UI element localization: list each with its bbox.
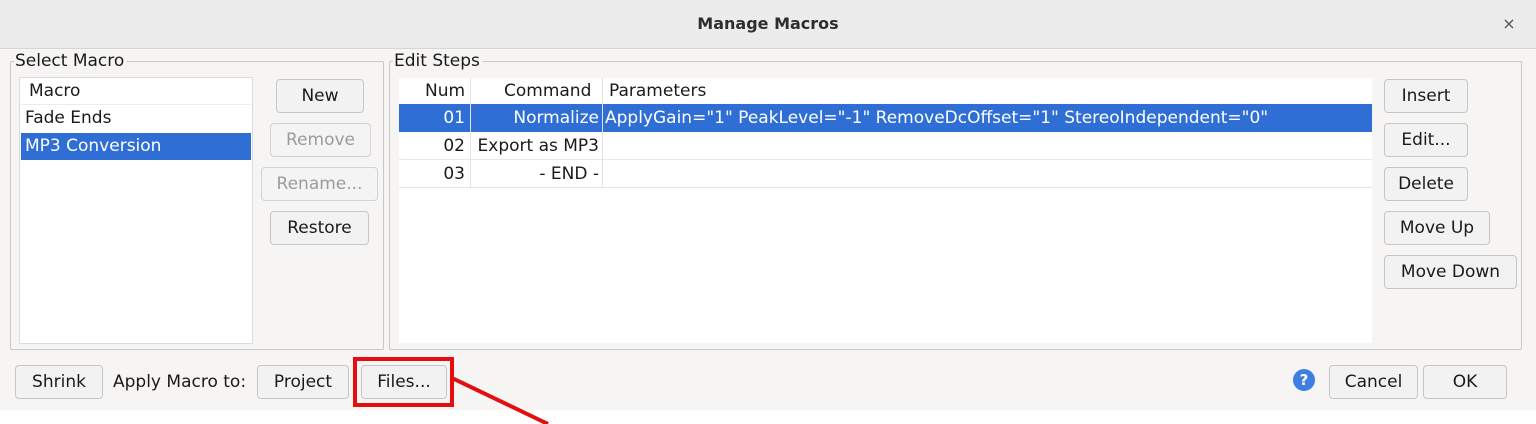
macro-item-fade-ends[interactable]: Fade Ends xyxy=(21,105,251,132)
step-parameters-01: ApplyGain="1" PeakLevel="-1" RemoveDcOff… xyxy=(605,108,1269,128)
steps-grid[interactable]: Num Command Parameters 01 Normalize Appl… xyxy=(399,78,1372,343)
step-num-01: 01 xyxy=(443,108,465,128)
delete-step-button[interactable]: Delete xyxy=(1384,167,1468,201)
title-bar: Manage Macros × xyxy=(0,0,1536,49)
column-divider xyxy=(602,78,603,188)
edit-step-button[interactable]: Edit... xyxy=(1384,123,1468,157)
column-divider xyxy=(470,78,471,188)
help-icon[interactable]: ? xyxy=(1293,369,1315,391)
insert-step-button[interactable]: Insert xyxy=(1384,79,1468,113)
macro-item-mp3-conversion[interactable]: MP3 Conversion xyxy=(21,133,251,160)
step-command-01: Normalize xyxy=(513,108,599,128)
cancel-button[interactable]: Cancel xyxy=(1329,365,1418,399)
restore-macro-button[interactable]: Restore xyxy=(270,211,369,245)
shrink-button[interactable]: Shrink xyxy=(15,365,103,399)
rename-macro-button[interactable]: Rename... xyxy=(261,167,378,201)
step-command-03: - END - xyxy=(539,164,599,184)
edit-steps-label: Edit Steps xyxy=(393,51,483,71)
grid-line xyxy=(399,159,1372,160)
apply-macro-label: Apply Macro to: xyxy=(113,372,247,392)
move-down-button[interactable]: Move Down xyxy=(1384,255,1517,289)
remove-macro-button[interactable]: Remove xyxy=(270,123,371,157)
highlight-annotation-box xyxy=(353,357,454,407)
macro-list-header: Macro xyxy=(21,78,251,105)
ok-button[interactable]: OK xyxy=(1423,365,1507,399)
new-macro-button[interactable]: New xyxy=(276,79,364,113)
steps-header-command: Command xyxy=(504,81,592,101)
select-macro-label: Select Macro xyxy=(14,51,128,71)
step-command-02: Export as MP3 xyxy=(477,136,599,156)
move-up-button[interactable]: Move Up xyxy=(1384,211,1490,245)
steps-header-num: Num xyxy=(425,81,466,101)
manage-macros-dialog: Manage Macros × Select Macro Macro Fade … xyxy=(0,0,1536,410)
grid-line xyxy=(399,187,1372,188)
macro-list[interactable]: Macro Fade Ends MP3 Conversion xyxy=(19,77,253,344)
dialog-title: Manage Macros xyxy=(697,14,839,33)
apply-to-project-button[interactable]: Project xyxy=(257,365,349,399)
close-icon[interactable]: × xyxy=(1497,12,1521,36)
step-num-02: 02 xyxy=(443,136,465,156)
step-num-03: 03 xyxy=(443,164,465,184)
steps-header-parameters: Parameters xyxy=(609,81,707,101)
